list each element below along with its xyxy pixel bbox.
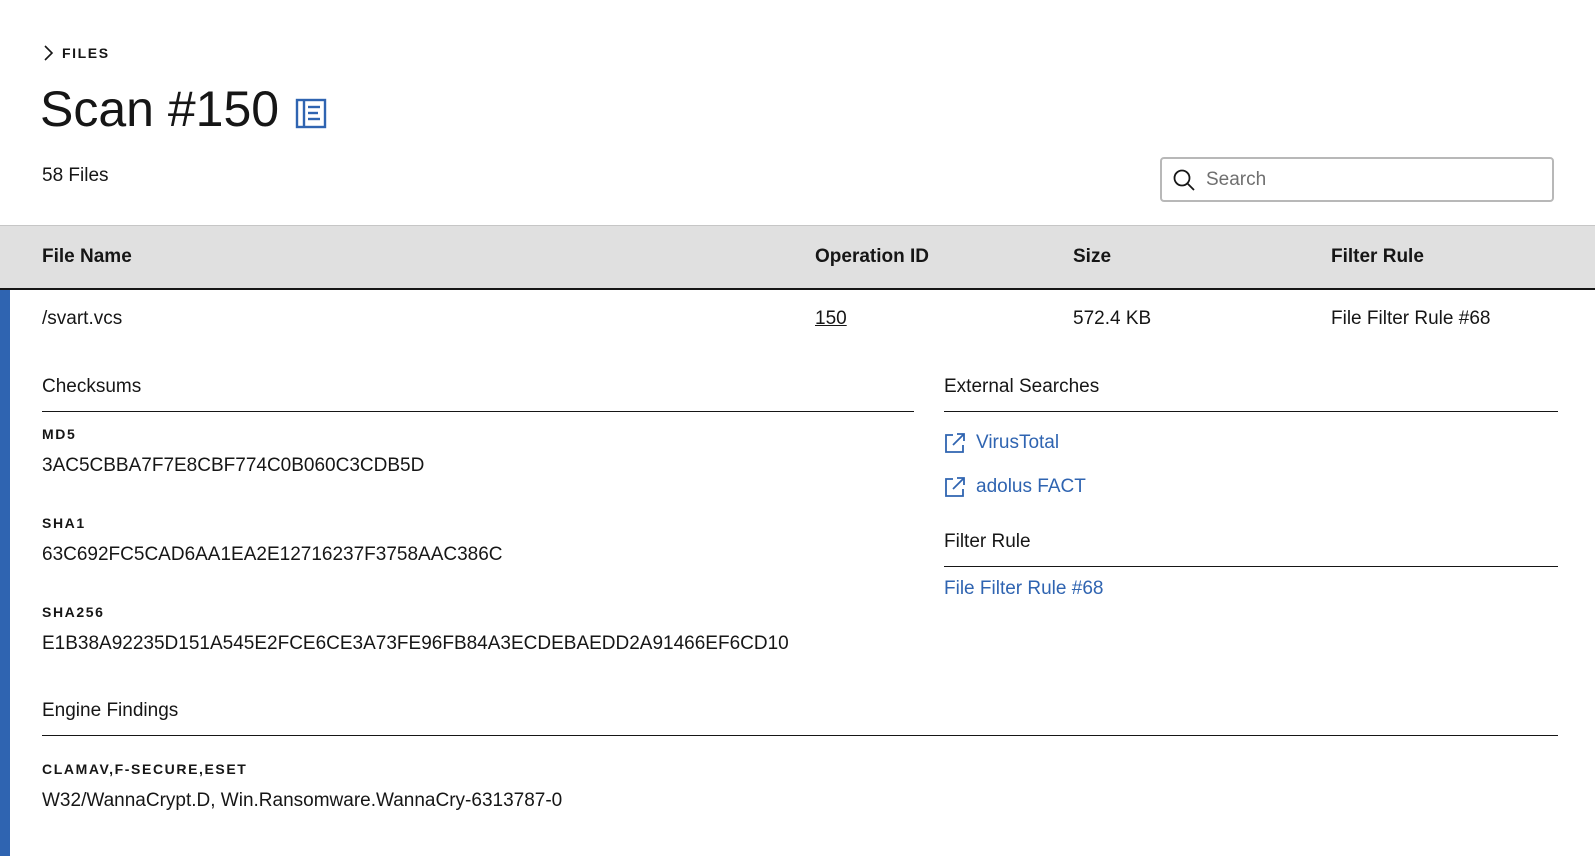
- operation-id-link[interactable]: 150: [815, 308, 847, 330]
- column-header-filter-rule[interactable]: Filter Rule: [1331, 246, 1424, 268]
- file-name-cell: /svart.vcs: [42, 308, 123, 329]
- engine-names-label: CLAMAV,F-SECURE,ESET: [42, 761, 248, 777]
- sha1-value: 63C692FC5CAD6AA1EA2E12716237F3758AAC386C: [42, 544, 503, 565]
- launch-icon: [945, 477, 965, 497]
- search-input[interactable]: [1206, 168, 1546, 191]
- breadcrumb-label[interactable]: FILES: [62, 45, 110, 61]
- report-icon[interactable]: [295, 97, 327, 129]
- column-header-size[interactable]: Size: [1073, 246, 1111, 268]
- filter-rule-title: Filter Rule: [944, 531, 1031, 552]
- search-icon: [1173, 169, 1195, 191]
- filter-rule-link[interactable]: File Filter Rule #68: [944, 578, 1103, 600]
- column-header-file-name[interactable]: File Name: [42, 246, 132, 268]
- page-header: Scan #150: [40, 78, 327, 140]
- size-cell: 572.4 KB: [1073, 308, 1152, 329]
- file-count: 58 Files: [42, 165, 109, 186]
- breadcrumb[interactable]: FILES: [42, 44, 110, 62]
- chevron-right-icon: [44, 45, 54, 61]
- search-box[interactable]: [1160, 157, 1554, 202]
- sha256-value: E1B38A92235D151A545E2FCE6CE3A73FE96FB84A…: [42, 633, 789, 654]
- divider: [944, 566, 1558, 567]
- engine-findings-result: W32/WannaCrypt.D, Win.Ransomware.WannaCr…: [42, 790, 563, 811]
- external-searches-title: External Searches: [944, 376, 1100, 397]
- expanded-row-indicator: [0, 290, 10, 856]
- divider: [944, 411, 1558, 412]
- sha1-label: SHA1: [42, 515, 86, 531]
- adolus-fact-link[interactable]: adolus FACT: [944, 476, 1086, 498]
- adolus-fact-link-label[interactable]: adolus FACT: [976, 476, 1086, 498]
- column-header-operation-id[interactable]: Operation ID: [815, 246, 929, 268]
- virustotal-link-label[interactable]: VirusTotal: [976, 432, 1059, 454]
- engine-findings-title: Engine Findings: [42, 700, 179, 721]
- divider: [42, 411, 914, 412]
- md5-label: MD5: [42, 426, 77, 442]
- table-header: File Name Operation ID Size Filter Rule: [0, 225, 1595, 290]
- divider: [42, 735, 1558, 736]
- launch-icon: [945, 433, 965, 453]
- filter-rule-cell: File Filter Rule #68: [1331, 308, 1491, 329]
- virustotal-link[interactable]: VirusTotal: [944, 432, 1059, 454]
- checksums-title: Checksums: [42, 376, 142, 397]
- sha256-label: SHA256: [42, 604, 105, 620]
- page-title: Scan #150: [40, 81, 280, 137]
- md5-value: 3AC5CBBA7F7E8CBF774C0B060C3CDB5D: [42, 455, 425, 476]
